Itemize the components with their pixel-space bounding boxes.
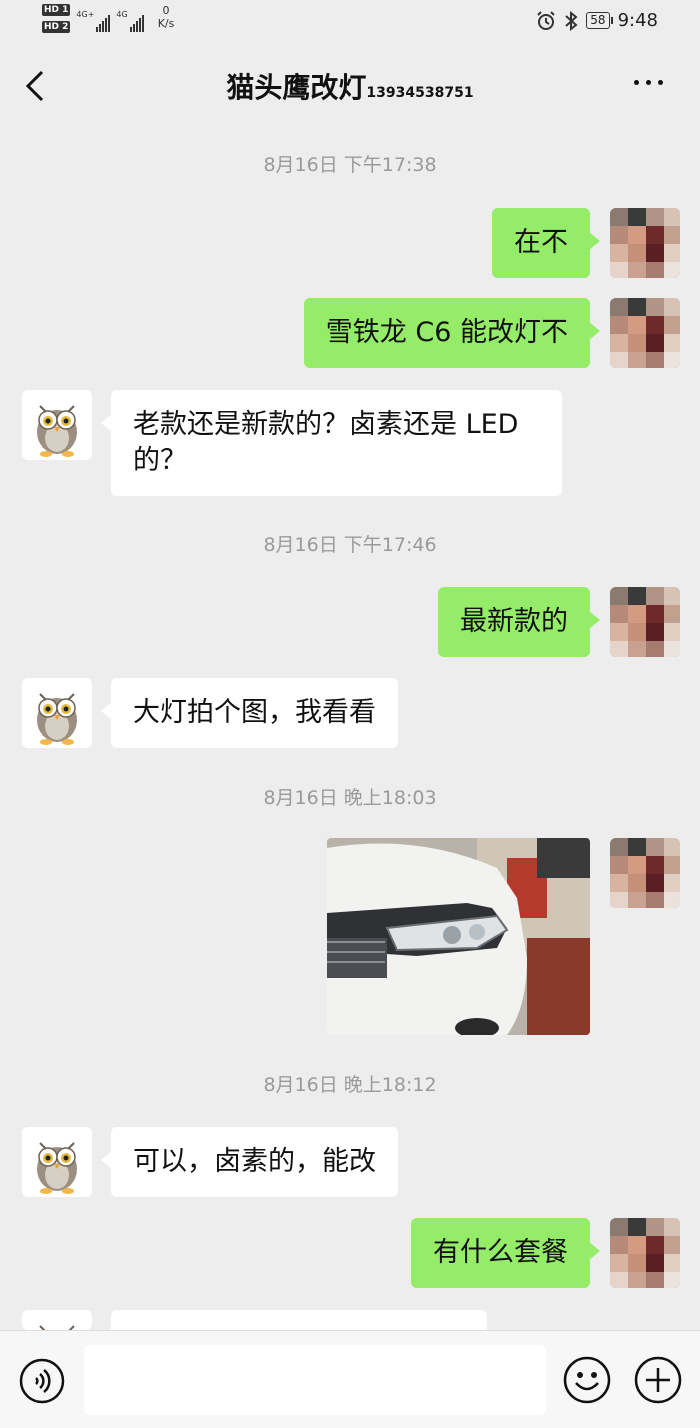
network-speed: 0 K/s <box>158 4 175 30</box>
emoji-icon[interactable] <box>562 1355 612 1405</box>
sent-message-bubble[interactable]: 雪铁龙 C6 能改灯不 <box>303 298 601 368</box>
battery-icon: 58 <box>586 12 613 29</box>
status-bar: HD 1 HD 2 4G+ 4G 0 K/s 58 9:48 <box>0 0 700 48</box>
received-message-bubble[interactable]: 老款还是新款的？卤素还是 LED 的？ <box>101 390 562 496</box>
network-2-label: 4G <box>116 10 128 19</box>
sent-message-bubble[interactable]: 在不 <box>492 208 600 278</box>
sent-message-bubble[interactable]: 有什么套餐 <box>411 1218 600 1288</box>
timestamp: 8月16日 下午17:46 <box>263 534 437 556</box>
my-avatar[interactable] <box>610 298 680 368</box>
contact-avatar[interactable] <box>22 678 92 748</box>
network-1-label: 4G+ <box>76 10 95 19</box>
my-avatar[interactable] <box>610 587 680 657</box>
chat-title: 猫头鹰改灯13934538751 <box>0 66 700 106</box>
contact-avatar[interactable] <box>22 390 92 460</box>
timestamp: 8月16日 晚上18:03 <box>263 787 437 809</box>
status-right: 58 9:48 <box>536 10 658 31</box>
clock: 9:48 <box>617 10 658 31</box>
received-message-bubble-partial[interactable] <box>111 1310 487 1330</box>
voice-icon[interactable] <box>18 1357 66 1405</box>
my-avatar[interactable] <box>610 1218 680 1288</box>
bluetooth-icon <box>565 10 578 31</box>
contact-avatar[interactable] <box>22 1127 92 1197</box>
chat-header: 猫头鹰改灯13934538751 <box>0 48 700 126</box>
timestamp: 8月16日 晚上18:12 <box>263 1074 437 1096</box>
more-dots-icon[interactable] <box>634 72 668 92</box>
message-input[interactable] <box>84 1345 546 1415</box>
contact-phone: 13934538751 <box>366 85 474 101</box>
sent-message-bubble[interactable]: 最新款的 <box>438 587 600 657</box>
contact-name: 猫头鹰改灯 <box>226 71 367 104</box>
input-bar <box>0 1330 700 1428</box>
alarm-icon <box>537 10 556 30</box>
signal-1-icon: 4G+ <box>76 10 111 32</box>
received-message-bubble[interactable]: 可以，卤素的，能改 <box>101 1127 398 1197</box>
signal-2-icon: 4G <box>116 10 144 32</box>
received-message-bubble[interactable]: 大灯拍个图，我看看 <box>101 678 398 748</box>
speed-value: 0 <box>162 4 170 17</box>
contact-avatar[interactable] <box>22 1310 92 1330</box>
my-avatar[interactable] <box>610 838 680 908</box>
sim2-badge: HD 2 <box>42 21 71 33</box>
timestamp: 8月16日 下午17:38 <box>263 154 437 176</box>
sim1-badge: HD 1 <box>42 4 71 16</box>
sent-image-message[interactable] <box>327 838 590 1035</box>
status-left: HD 1 HD 2 4G+ 4G 0 K/s <box>42 4 174 33</box>
my-avatar[interactable] <box>610 208 680 278</box>
plus-icon[interactable] <box>633 1355 683 1405</box>
speed-unit: K/s <box>157 17 175 30</box>
